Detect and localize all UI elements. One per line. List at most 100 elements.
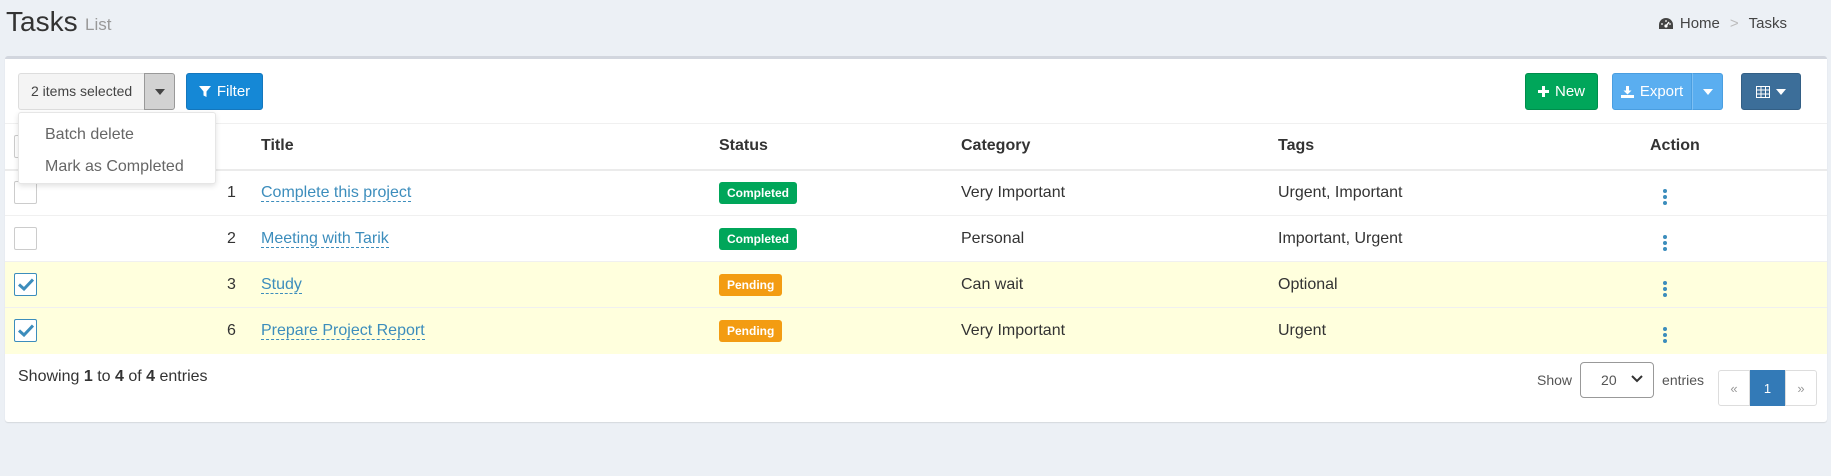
row-id: 3 [105,261,261,308]
row-title-link[interactable]: Meeting with Tarik [261,229,389,248]
row-tags: Optional [1278,261,1650,308]
breadcrumb-separator: > [1729,15,1739,32]
row-category: Very Important [961,169,1278,216]
breadcrumb-home-label[interactable]: Home [1680,15,1720,32]
of-text: of [128,368,142,385]
entries-info: Showing 1 to 4 of 4 entries [18,368,208,386]
row-title-cell: Complete this project [261,169,719,216]
status-badge: Pending [719,319,783,342]
row-checkbox[interactable] [14,273,37,296]
row-action-cell [1650,215,1827,262]
chevron-down-icon [1631,375,1643,383]
pagination-page[interactable]: 1 [1750,370,1785,406]
filter-icon [198,85,211,97]
category-header[interactable]: Category [961,123,1278,171]
table-row: 2 Meeting with Tarik Completed Personal Impo… [5,215,1827,262]
row-id: 6 [105,307,261,354]
row-status-cell: Pending [719,307,961,354]
selected-count[interactable]: 2 items selected [18,73,145,110]
new-button[interactable]: New [1525,73,1598,110]
tasks-panel: 2 items selected Filter New Export Batch… [5,56,1827,422]
row-tags: Urgent [1278,307,1650,354]
row-action-cell [1650,169,1827,216]
row-category: Can wait [961,261,1278,308]
row-checkbox-cell [5,307,105,354]
tasks-table: Title Status Category Tags Action 1 Compl… [5,123,1827,354]
row-title-link[interactable]: Study [261,275,302,294]
caret-down-icon [1702,88,1713,95]
more-actions-icon[interactable] [1663,327,1667,344]
export-button[interactable]: Export [1612,73,1692,110]
row-checkbox-cell [5,215,105,262]
page-title: Tasks [6,6,78,37]
more-actions-icon[interactable] [1663,189,1667,206]
batch-actions-group: 2 items selected [18,73,176,110]
row-category: Personal [961,215,1278,262]
new-label: New [1554,83,1585,100]
pagination: « 1 » [1718,370,1817,406]
breadcrumb-current: Tasks [1748,15,1787,32]
table-icon [1756,85,1770,98]
row-title-cell: Prepare Project Report [261,307,719,354]
row-title-cell: Study [261,261,719,308]
row-id: 2 [105,215,261,262]
status-header[interactable]: Status [719,123,961,171]
page-size-control: Show 20 entries [1537,362,1704,398]
page-size-value: 20 [1601,372,1617,388]
showing-text: Showing [18,368,80,385]
show-label: Show [1537,372,1573,388]
dashboard-icon [1658,17,1673,29]
filter-label: Filter [216,83,251,100]
pagination-next[interactable]: » [1785,370,1817,406]
mark-completed-item[interactable]: Mark as Completed [19,151,215,183]
toolbar: 2 items selected Filter New Export [5,59,1827,123]
caret-down-icon [154,88,165,95]
page-size-select[interactable]: 20 [1580,362,1655,398]
caret-down-icon [1776,88,1786,95]
total-count: 4 [146,368,156,385]
batch-actions-toggle[interactable] [144,73,176,110]
row-action-cell [1650,261,1827,308]
batch-delete-item[interactable]: Batch delete [19,119,215,151]
page-subtitle: List [85,15,112,34]
batch-actions-menu: Batch delete Mark as Completed [18,112,216,184]
title-header[interactable]: Title [261,123,719,171]
row-checkbox[interactable] [14,181,37,205]
filter-button[interactable]: Filter [186,73,263,110]
pagination-prev[interactable]: « [1718,370,1750,406]
table-row: 3 Study Pending Can wait Optional [5,261,1827,308]
breadcrumb: Home > Tasks [1658,15,1787,32]
status-badge: Completed [719,227,798,250]
columns-toggle-button[interactable] [1741,73,1801,110]
row-title-link[interactable]: Prepare Project Report [261,321,425,340]
row-status-cell: Completed [719,169,961,216]
row-tags: Important, Urgent [1278,215,1650,262]
row-status-cell: Completed [719,215,961,262]
check-icon [17,278,34,291]
range-end: 4 [114,368,124,385]
row-category: Very Important [961,307,1278,354]
entries-text: entries [159,368,208,385]
export-options-toggle[interactable] [1692,73,1723,110]
more-actions-icon[interactable] [1663,281,1667,297]
page-header: Tasks List Home > Tasks [0,0,1831,56]
row-title-cell: Meeting with Tarik [261,215,719,262]
row-status-cell: Pending [719,261,961,308]
row-title-link[interactable]: Complete this project [261,183,412,202]
row-checkbox[interactable] [14,227,37,250]
plus-icon [1537,86,1549,97]
row-checkbox[interactable] [14,319,37,343]
breadcrumb-home[interactable]: Home [1658,15,1720,32]
action-header: Action [1650,123,1827,171]
range-start: 1 [83,368,93,385]
check-icon [17,324,34,338]
more-actions-icon[interactable] [1663,235,1667,251]
export-label: Export [1639,83,1684,100]
status-badge: Pending [719,273,783,296]
row-checkbox-cell [5,261,105,308]
tags-header[interactable]: Tags [1278,123,1650,171]
table-row: 1 Complete this project Completed Very Impo… [5,169,1827,216]
table-row: 6 Prepare Project Report Pending Very Impor… [5,307,1827,354]
to-text: to [97,368,111,385]
status-badge: Completed [719,181,798,204]
